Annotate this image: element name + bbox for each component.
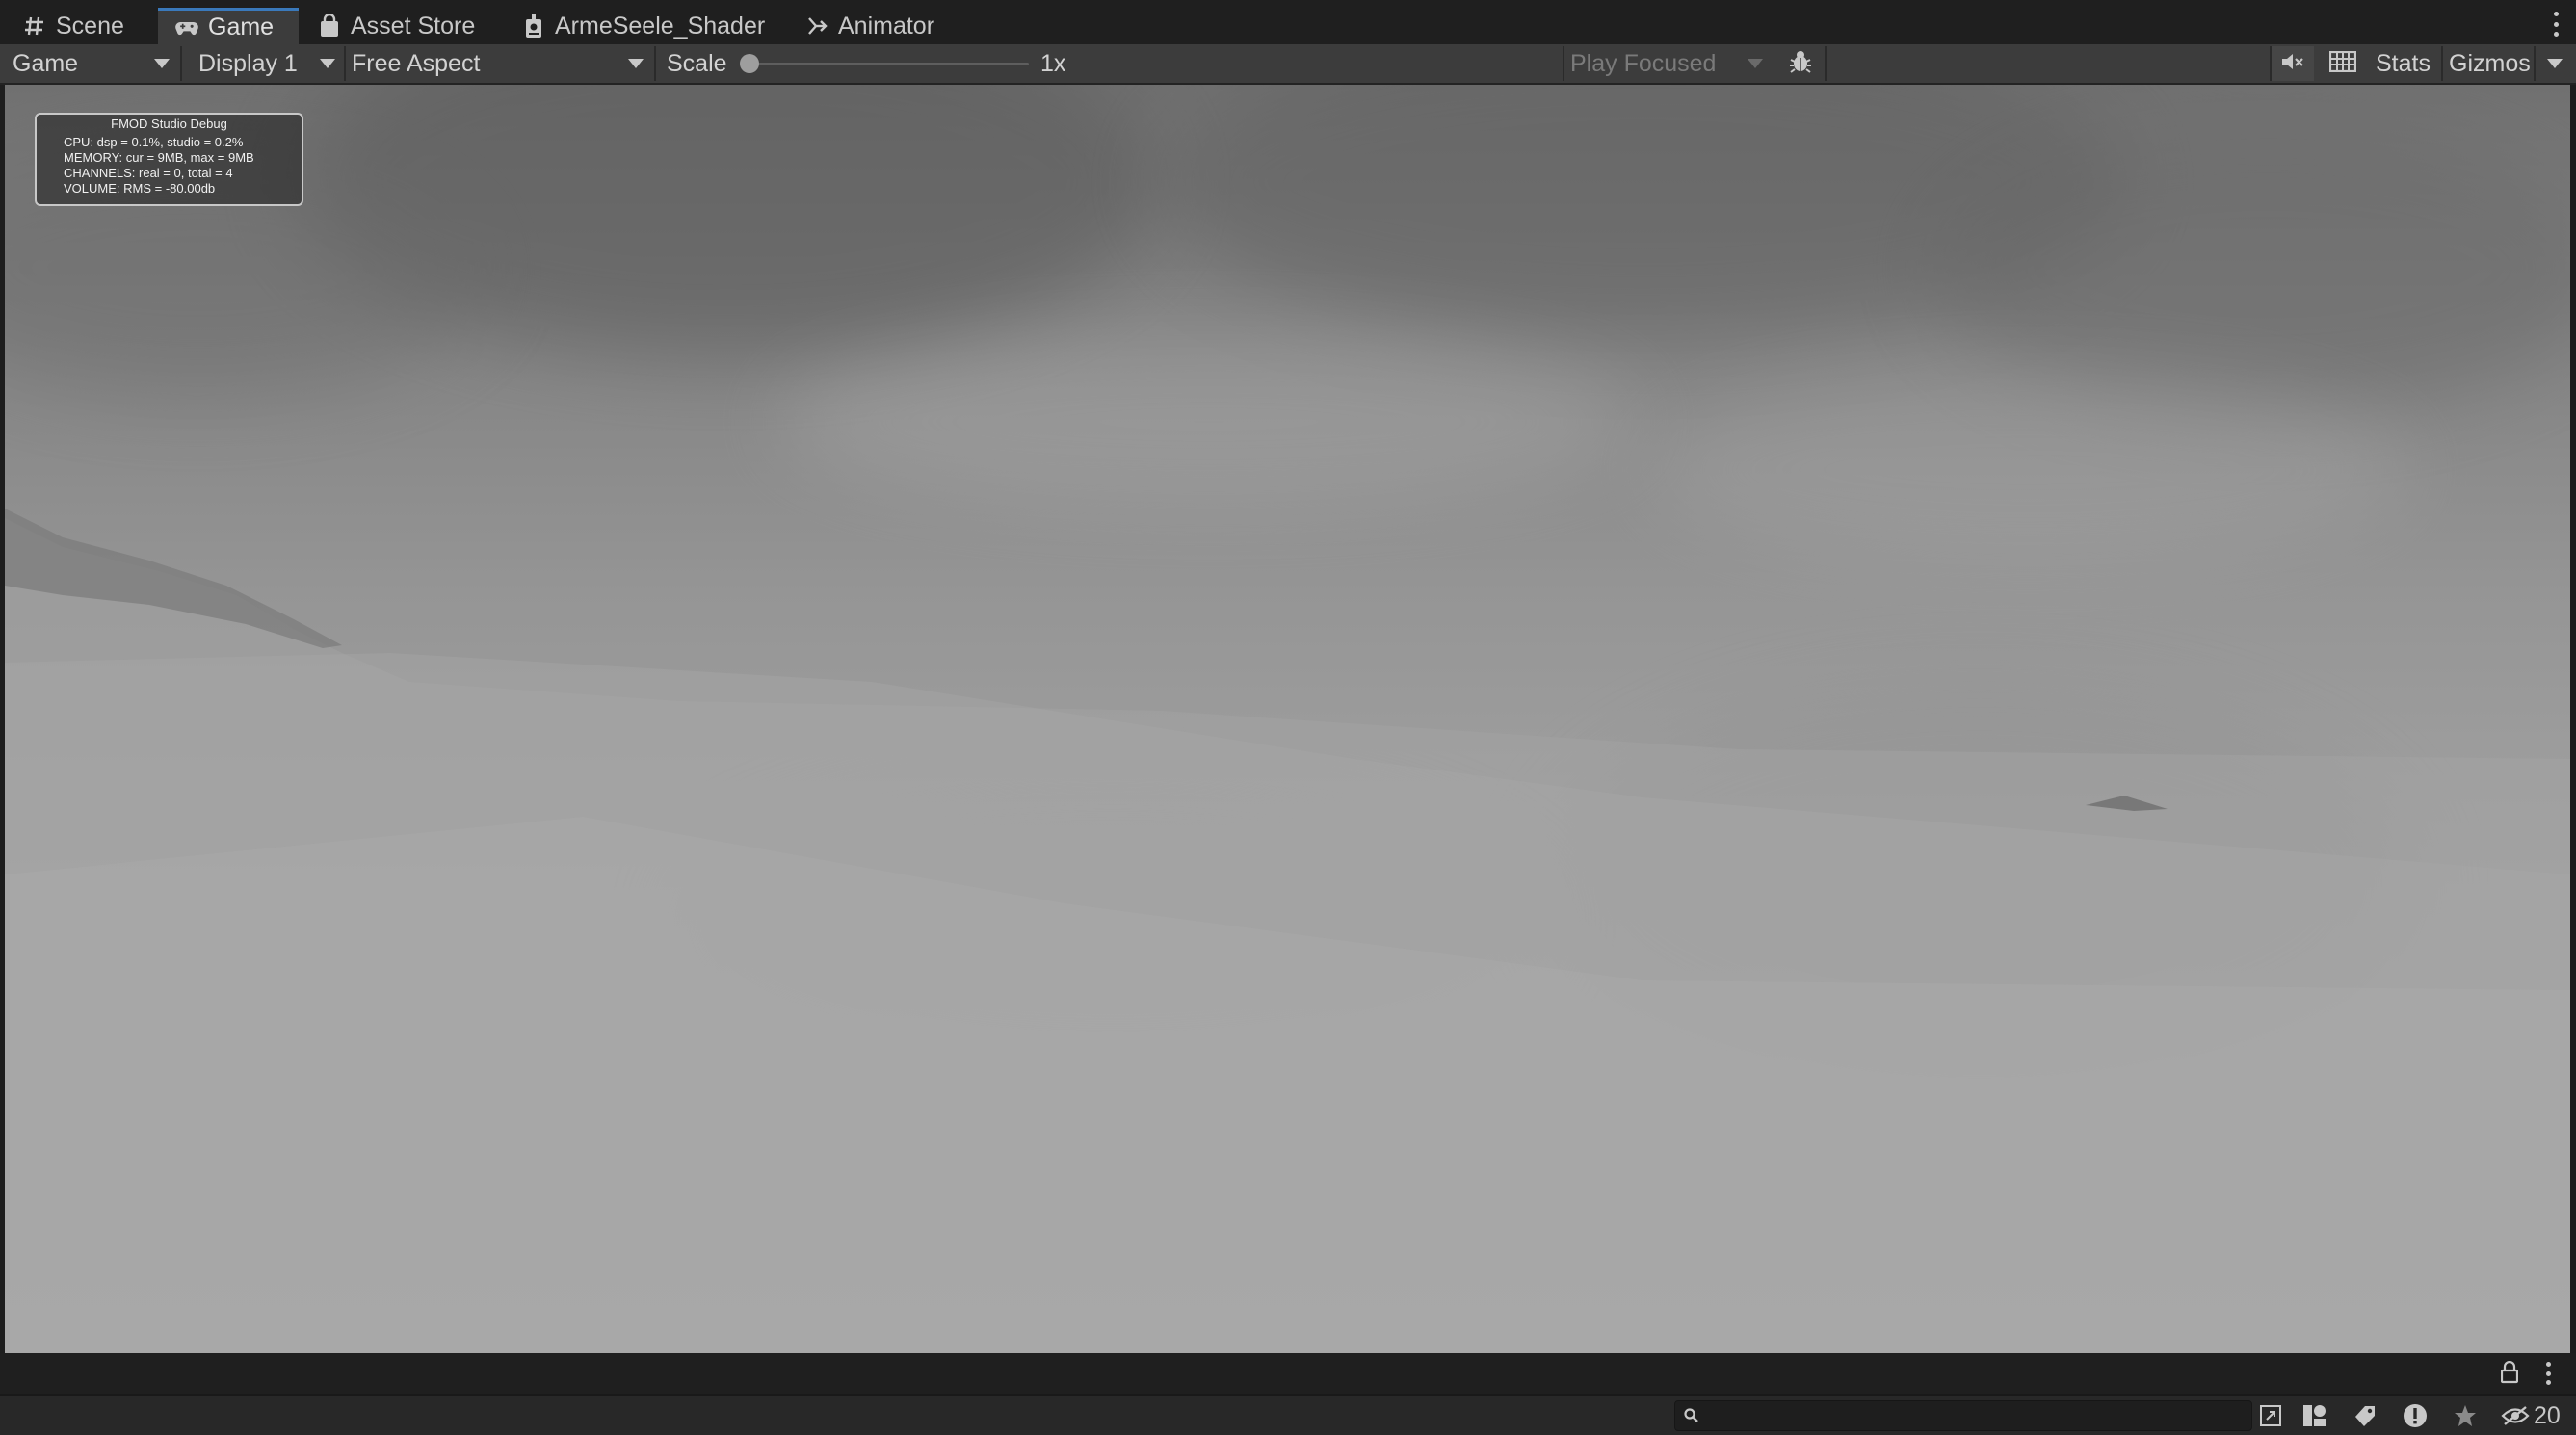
status-bar: 20: [0, 1394, 2576, 1435]
scale-slider-thumb[interactable]: [740, 54, 759, 73]
hidden-objects-count: 20: [2534, 1402, 2561, 1429]
chevron-down-icon: [628, 59, 644, 68]
search-field[interactable]: [1674, 1400, 2252, 1431]
display-label: Display 1: [198, 49, 298, 77]
fmod-debug-panel: FMOD Studio Debug CPU: dsp = 0.1%, studi…: [35, 113, 303, 206]
fmod-volume-line: VOLUME: RMS = -80.00db: [64, 181, 216, 196]
chevron-down-icon: [2547, 59, 2563, 68]
gizmos-button[interactable]: Gizmos: [2449, 44, 2531, 83]
chevron-down-icon: [154, 59, 170, 68]
fmod-debug-title: FMOD Studio Debug: [111, 117, 227, 131]
tab-label: Asset Store: [351, 12, 476, 39]
tab-animator[interactable]: Animator: [788, 8, 952, 44]
tab-label: Game: [208, 13, 275, 40]
search-icon: [1683, 1407, 1700, 1429]
gamepad-icon: [175, 16, 198, 39]
view-type-label: Game: [13, 49, 79, 77]
tab-asset-store[interactable]: Asset Store: [301, 8, 492, 44]
frame-debugger-button[interactable]: [1778, 46, 1823, 81]
scale-value: 1x: [1040, 49, 1066, 77]
tab-label: Animator: [838, 12, 935, 39]
chevron-down-icon: [1748, 59, 1763, 68]
tag-icon[interactable]: [2349, 1400, 2381, 1431]
gizmos-dropdown[interactable]: [2537, 46, 2572, 81]
lock-icon[interactable]: [2500, 1360, 2519, 1389]
panel-menu-icon[interactable]: [2543, 1362, 2553, 1385]
display-dropdown[interactable]: Display 1: [183, 44, 343, 83]
game-view-toolbar: Game Display 1 Free Aspect Scale 1x Play…: [0, 44, 2576, 85]
play-mode-dropdown[interactable]: Play Focused: [1566, 44, 1771, 83]
fmod-channels-line: CHANNELS: real = 0, total = 4: [64, 166, 233, 180]
grid-icon: [2328, 50, 2357, 77]
panel-footer: [0, 1353, 2576, 1394]
hidden-objects-icon[interactable]: [2499, 1400, 2532, 1431]
terrain: [5, 509, 2570, 1353]
scale-label: Scale: [667, 49, 727, 77]
play-mode-label: Play Focused: [1570, 49, 1717, 77]
tab-label: ArmeSeele_Shader: [555, 12, 766, 39]
shader-graph-icon: [522, 14, 545, 38]
tab-scene[interactable]: Scene: [6, 8, 142, 44]
aspect-label: Free Aspect: [352, 49, 481, 77]
shopping-bag-icon: [318, 14, 341, 38]
speaker-muted-icon: [2280, 51, 2305, 77]
grid-hash-icon: [23, 14, 46, 38]
view-type-dropdown[interactable]: Game: [0, 44, 177, 83]
mute-audio-button[interactable]: [2272, 46, 2314, 81]
shapes-filter-icon[interactable]: [2299, 1400, 2331, 1431]
animator-icon: [805, 14, 828, 38]
tab-armeseele-shader[interactable]: ArmeSeele_Shader: [505, 8, 782, 44]
game-viewport[interactable]: FMOD Studio Debug CPU: dsp = 0.1%, studi…: [5, 85, 2570, 1353]
chevron-down-icon: [320, 59, 335, 68]
editor-tab-bar: Scene Game Asset Store ArmeSeele_Shader …: [0, 0, 2576, 44]
bug-icon: [1787, 48, 1814, 80]
star-icon[interactable]: [2449, 1400, 2482, 1431]
fmod-memory-line: MEMORY: cur = 9MB, max = 9MB: [64, 150, 254, 165]
aspect-dropdown[interactable]: Free Aspect: [347, 44, 653, 83]
toggle-grid-button[interactable]: [2322, 46, 2364, 81]
fmod-cpu-line: CPU: dsp = 0.1%, studio = 0.2%: [64, 135, 244, 149]
tab-label: Scene: [56, 12, 124, 39]
warning-icon[interactable]: [2399, 1400, 2431, 1431]
more-options-icon[interactable]: [2551, 12, 2561, 37]
tab-game[interactable]: Game: [158, 8, 299, 44]
scale-slider[interactable]: [749, 63, 1029, 65]
stats-button[interactable]: Stats: [2376, 44, 2431, 83]
collab-icon[interactable]: [2254, 1400, 2287, 1431]
